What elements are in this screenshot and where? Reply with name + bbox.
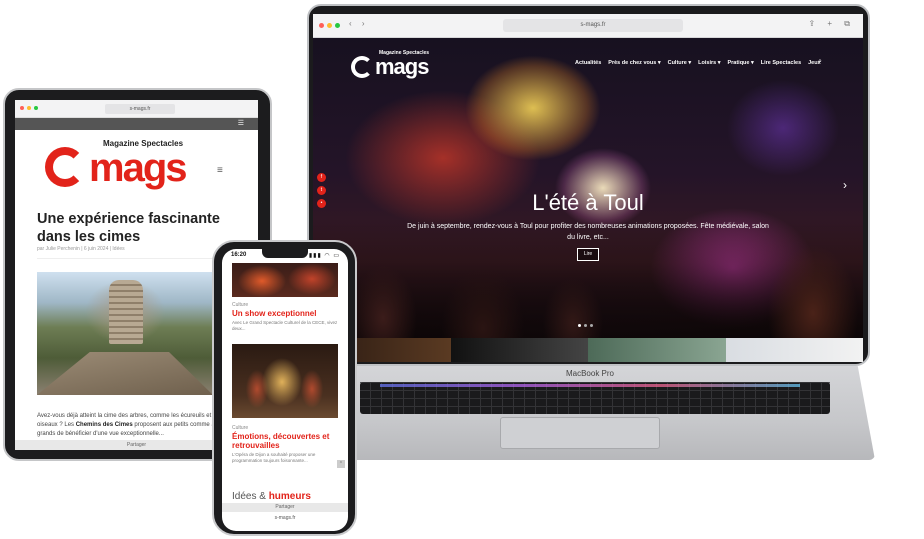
walkway-image [37,352,213,395]
article-title[interactable]: Un show exceptionnel [232,309,342,318]
menu-item-loisirs[interactable]: Loisirs ▾ [698,60,720,66]
window-controls[interactable] [20,106,38,110]
article-excerpt: L'Opéra de Dijon a souhaité proposer une… [232,452,316,463]
status-bar: 16:20 ▮▮▮ ◠ ▭ [222,249,348,261]
thumbnail[interactable] [588,338,726,362]
close-icon[interactable] [319,23,324,28]
menu-item-pratique[interactable]: Pratique ▾ [727,60,753,66]
laptop-model-label: MacBook Pro [565,369,615,378]
logo-word: mags [89,146,187,190]
laptop-touchbar [380,384,800,387]
logo-word: mags [375,54,429,79]
section-heading-bold: humeurs [268,491,311,502]
hero-read-button[interactable]: Lire [577,248,599,261]
menu-icon[interactable]: ≡ [217,165,223,176]
menu-item-culture[interactable]: Culture ▾ [668,60,692,66]
browser-tools-icons[interactable]: ⇪ + ⧉ [808,19,855,29]
hero-slider: mags Magazine Spectacles Actualités Près… [313,38,863,338]
address-bar[interactable]: s-mags.fr [503,19,683,32]
laptop-browser-bar: ‹ › s-mags.fr ⇪ + ⧉ [313,14,863,38]
minimize-icon[interactable] [27,106,31,110]
slider-dot[interactable] [578,324,581,327]
address-bar[interactable]: s-mags.fr [222,515,348,521]
article-title: Une expérience fascinante dans les cimes [37,211,220,245]
scroll-top-icon[interactable]: ⌃ [337,460,345,468]
article-image[interactable] [232,344,338,418]
phone-notch [262,249,308,258]
logo-e-icon [45,147,85,187]
minimize-icon[interactable] [327,23,332,28]
article-body-bold[interactable]: Chemins des Cimes [76,422,133,428]
status-time: 16:20 [231,252,247,258]
facebook-icon[interactable]: f [317,173,326,182]
slider-dot[interactable] [590,324,593,327]
featured-thumbnails [313,338,863,362]
article-category[interactable]: Culture [232,302,248,308]
hero-subtitle: De juin à septembre, rendez-vous à Toul … [407,223,769,241]
article-body: Avez-vous déjà atteint la cime des arbre… [37,412,222,439]
tree-top-tower-image [109,280,143,344]
article-photo [37,272,213,395]
chevron-right-icon[interactable]: › [843,178,847,192]
status-icons: ▮▮▮ ◠ ▭ [308,253,340,259]
section-heading-light: Idées & [232,491,269,502]
divider [37,258,213,259]
window-controls[interactable] [319,23,340,28]
phone-screen: 16:20 ▮▮▮ ◠ ▭ Culture Un show exceptionn… [222,249,348,531]
tablet-site-topbar: ☰ [15,118,258,130]
share-bar[interactable]: Partager [222,503,348,512]
logo-tagline: Magazine Spectacles [379,50,430,56]
article-excerpt: Avec Le Grand Spectacle Culturel de la C… [232,320,338,331]
laptop-trackpad [500,417,660,449]
article-category[interactable]: Culture [232,425,248,431]
thumbnail[interactable] [725,338,863,362]
laptop-screen: ‹ › s-mags.fr ⇪ + ⧉ mags Magazine Specta… [313,14,863,362]
maximize-icon[interactable] [335,23,340,28]
logo-tagline: Magazine Spectacles [103,139,184,148]
slider-dots[interactable] [578,324,593,327]
menu-item-pres-de-chez-vous[interactable]: Près de chez vous ▾ [608,60,660,66]
article-image[interactable] [232,263,338,297]
section-heading: Idées & humeurs [232,491,311,502]
article-title[interactable]: Émotions, découvertes et retrouvailles [232,432,342,450]
main-menu: Actualités Près de chez vous ▾ Culture ▾… [575,60,821,66]
hamburger-icon[interactable]: ☰ [238,119,244,127]
address-bar[interactable]: s-mags.fr [105,104,175,114]
menu-item-actualites[interactable]: Actualités [575,60,601,66]
article-meta: par Julie Perchenin | 6 juin 2024 | Idée… [37,246,125,252]
maximize-icon[interactable] [34,106,38,110]
site-logo[interactable]: mags Magazine Spectacles [351,50,429,80]
tablet-browser-bar: s-mags.fr [15,100,258,118]
thumbnail[interactable] [450,338,588,362]
slider-dot[interactable] [584,324,587,327]
search-icon[interactable]: ⌕ [818,58,822,66]
browser-nav-icons[interactable]: ‹ › [349,19,369,28]
logo-e-icon [351,56,373,78]
menu-item-lire-spectacles[interactable]: Lire Spectacles [761,60,801,66]
close-icon[interactable] [20,106,24,110]
hero-title: L'été à Toul [532,190,644,215]
